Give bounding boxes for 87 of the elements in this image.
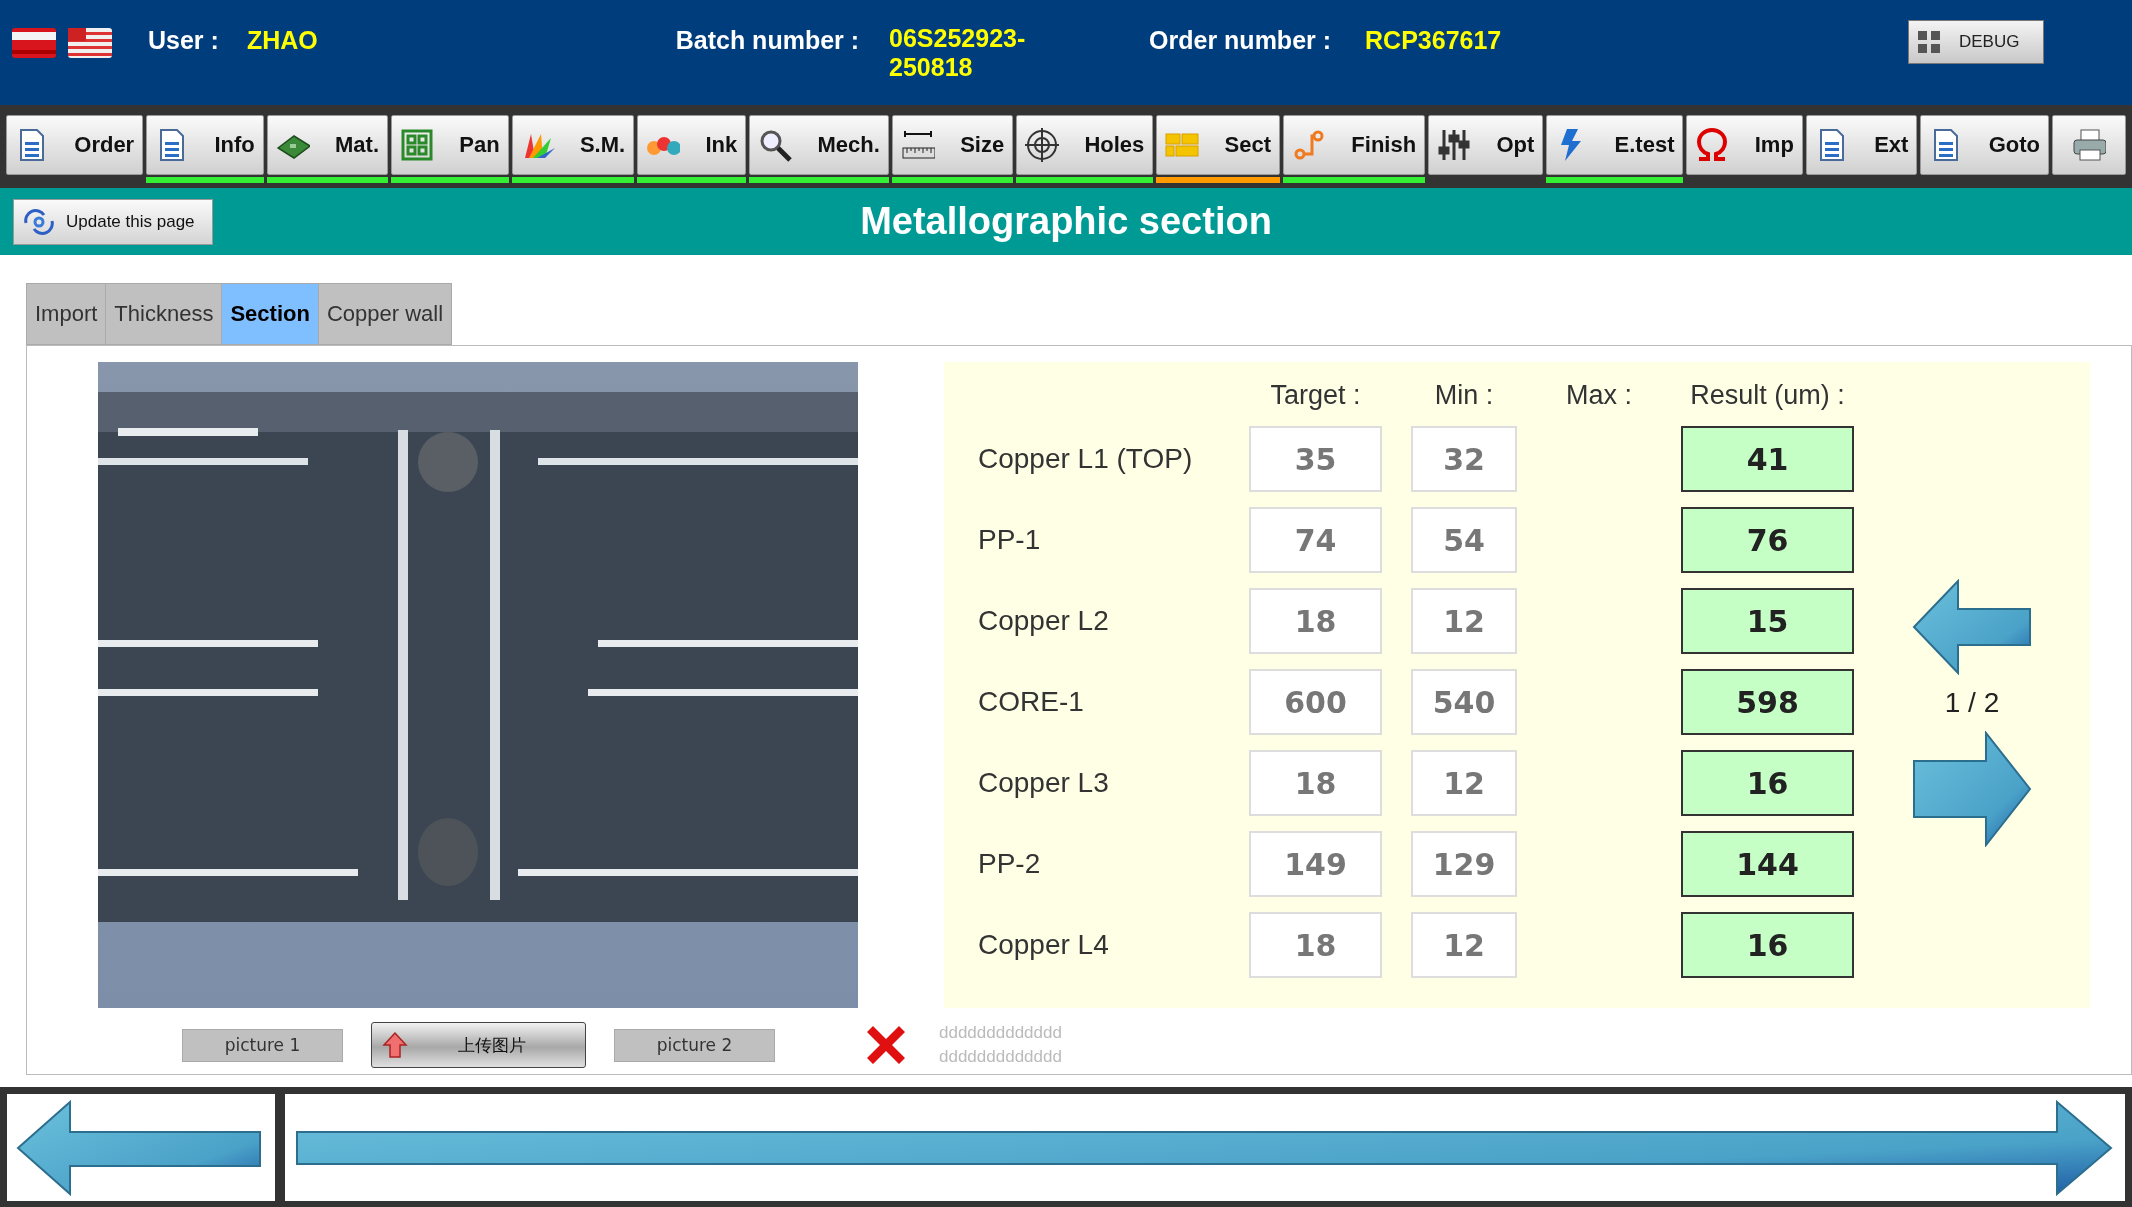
row-label: PP-1: [978, 524, 1042, 556]
toolbar-button[interactable]: Pan: [391, 115, 509, 175]
min-field: 129: [1411, 831, 1517, 897]
min-field: 54: [1411, 507, 1517, 573]
toolbar-button[interactable]: Info: [146, 115, 264, 175]
left-arrow-icon: [1912, 579, 2032, 675]
right-arrow-icon: [295, 1099, 2115, 1196]
row-label: Copper L3: [978, 767, 1110, 799]
min-field: 32: [1411, 426, 1517, 492]
result-field: 15: [1681, 588, 1854, 654]
batch-label: Batch number :: [675, 26, 860, 55]
toolbar-button[interactable]: Mat.: [266, 115, 389, 175]
toolbar-button[interactable]: E.test: [1546, 115, 1684, 175]
print-button[interactable]: [2052, 115, 2126, 175]
min-field: 540: [1411, 669, 1517, 735]
column-header: Min :: [1434, 380, 1494, 411]
note-text: ddddddddddddd: [939, 1023, 1062, 1043]
toolbar-button[interactable]: Holes: [1016, 115, 1154, 175]
column-header: Result (um) :: [1690, 380, 1845, 411]
toolbar-button[interactable]: Ink: [637, 115, 747, 175]
min-field: 12: [1411, 912, 1517, 978]
forward-button[interactable]: [285, 1094, 2125, 1201]
target-field: 600: [1249, 669, 1382, 735]
row-label: PP-2: [978, 848, 1042, 880]
toolbar-button[interactable]: S.M.: [511, 115, 635, 175]
upload-button[interactable]: 上传图片: [371, 1022, 586, 1068]
row-label: Copper L2: [978, 605, 1110, 637]
result-field: 76: [1681, 507, 1854, 573]
target-field: 18: [1249, 588, 1382, 654]
result-field: 598: [1681, 669, 1854, 735]
flag-icon: [12, 28, 56, 58]
update-button[interactable]: Update this page: [13, 198, 213, 245]
tab[interactable]: Copper wall: [317, 283, 453, 345]
printer-icon: [2072, 128, 2106, 162]
sliders-icon: [1437, 128, 1472, 162]
flag-icon: [68, 28, 112, 58]
next-button[interactable]: [1912, 731, 2032, 847]
toolbar-button[interactable]: Goto: [1920, 115, 2049, 175]
toolbar-button[interactable]: Ext: [1805, 115, 1918, 175]
page-indicator: 1 / 2: [1944, 687, 2000, 719]
omega-icon: [1695, 128, 1730, 162]
target-field: 149: [1249, 831, 1382, 897]
result-field: 41: [1681, 426, 1854, 492]
order-value: RCP367617: [1365, 26, 1502, 55]
result-field: 16: [1681, 750, 1854, 816]
magnifier-icon: [758, 128, 793, 162]
picture-button[interactable]: picture 1: [182, 1028, 343, 1062]
result-field: 144: [1681, 831, 1854, 897]
row-label: Copper L4: [978, 929, 1110, 961]
toolbar-button[interactable]: Size: [891, 115, 1014, 175]
column-header: Max :: [1566, 380, 1632, 411]
result-field: 16: [1681, 912, 1854, 978]
tab[interactable]: Section: [221, 283, 318, 345]
page-title: Metallographic section: [859, 200, 1273, 243]
target-icon: [1025, 128, 1060, 162]
debug-button[interactable]: DEBUG: [1908, 20, 2044, 64]
batch-value: 06S252923-250818: [889, 24, 1027, 82]
target-field: 18: [1249, 750, 1382, 816]
target-field: 74: [1249, 507, 1382, 573]
picture-button[interactable]: picture 2: [614, 1028, 775, 1062]
toolbar-button[interactable]: Opt: [1428, 115, 1544, 175]
target-field: 18: [1249, 912, 1382, 978]
toolbar-button[interactable]: Finish: [1283, 115, 1426, 175]
grid-icon: [1917, 30, 1941, 54]
back-button[interactable]: [7, 1094, 275, 1201]
user-label: User :: [148, 26, 219, 55]
refresh-icon: [22, 208, 56, 235]
toolbar-button[interactable]: Mech.: [749, 115, 889, 175]
row-label: CORE-1: [978, 686, 1085, 718]
note-text: ddddddddddddd: [939, 1047, 1062, 1067]
ruler-icon: [900, 128, 935, 162]
min-field: 12: [1411, 588, 1517, 654]
tab[interactable]: Import: [26, 283, 106, 345]
order-label: Order number :: [1149, 26, 1332, 55]
toolbar-button[interactable]: Imp: [1686, 115, 1803, 175]
grid-icon: [400, 128, 435, 162]
user-value: ZHAO: [246, 26, 318, 55]
previous-button[interactable]: [1912, 579, 2032, 675]
toolbar-button[interactable]: Sect: [1156, 115, 1281, 175]
right-arrow-icon: [1912, 731, 2032, 847]
toolbar-button[interactable]: Order: [6, 115, 144, 175]
min-field: 12: [1411, 750, 1517, 816]
target-field: 35: [1249, 426, 1382, 492]
tab[interactable]: Thickness: [105, 283, 222, 345]
up-arrow-icon: [382, 1031, 408, 1059]
column-header: Target :: [1270, 380, 1361, 411]
row-label: Copper L1 (TOP): [978, 443, 1194, 475]
